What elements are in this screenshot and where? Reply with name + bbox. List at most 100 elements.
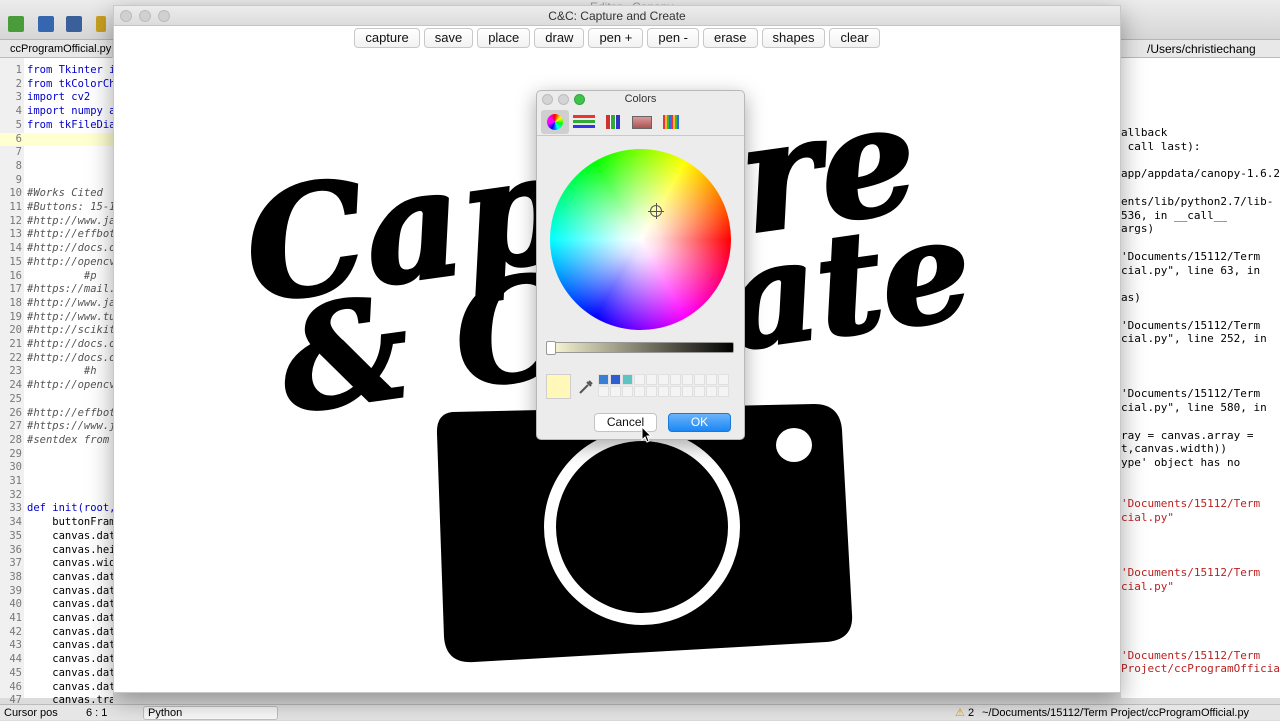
brightness-slider[interactable] [547, 342, 734, 353]
color-swatch[interactable] [706, 374, 717, 385]
code-line[interactable]: 41 canvas.dat [0, 612, 113, 626]
code-line[interactable]: 34 buttonFram [0, 516, 113, 530]
code-line[interactable]: 43 canvas.dat [0, 639, 113, 653]
color-swatch[interactable] [658, 374, 669, 385]
code-line[interactable]: 6 [0, 132, 113, 147]
code-line[interactable]: 18 #http://www.ja [0, 297, 113, 311]
code-line[interactable]: 36 canvas.hei [0, 544, 113, 558]
save-button[interactable]: save [423, 28, 474, 48]
draw-button[interactable]: draw [534, 28, 585, 48]
color-wheel-marker[interactable] [648, 203, 664, 219]
color-swatch[interactable] [682, 374, 693, 385]
cut-icon[interactable] [96, 16, 106, 32]
code-line[interactable]: 44 canvas.dat [0, 653, 113, 667]
color-wheel-mode-icon[interactable] [541, 110, 569, 134]
code-line[interactable]: 42 canvas.dat [0, 626, 113, 640]
code-line[interactable]: 39 canvas.dat [0, 585, 113, 599]
code-line[interactable]: 25 [0, 393, 113, 407]
code-line[interactable]: 17 #https://mail. [0, 283, 113, 297]
colors-close-button[interactable] [542, 94, 553, 105]
code-line[interactable]: 3 import cv2 [0, 91, 113, 105]
shapes-button[interactable]: shapes [761, 28, 826, 48]
language-select[interactable]: Python [143, 706, 278, 720]
code-line[interactable]: 33 def init(root, [0, 502, 113, 516]
code-line[interactable]: 1 from Tkinter i [0, 64, 113, 78]
code-line[interactable]: 21 #http://docs.o [0, 338, 113, 352]
color-swatch[interactable] [706, 386, 717, 397]
color-swatch[interactable] [718, 386, 729, 397]
colors-zoom-button[interactable] [574, 94, 585, 105]
code-line[interactable]: 29 [0, 448, 113, 462]
color-swatch[interactable] [670, 374, 681, 385]
zoom-window-button[interactable] [158, 10, 170, 22]
color-swatch[interactable] [634, 374, 645, 385]
color-swatch[interactable] [682, 386, 693, 397]
color-wheel[interactable] [550, 149, 731, 330]
code-line[interactable]: 35 canvas.dat [0, 530, 113, 544]
code-line[interactable]: 46 canvas.dat [0, 681, 113, 695]
code-line[interactable]: 23 #h [0, 365, 113, 379]
code-line[interactable]: 4 import numpy a [0, 105, 113, 119]
color-swatch[interactable] [646, 386, 657, 397]
brightness-slider-knob[interactable] [546, 341, 556, 355]
code-line[interactable]: 13 #http://effbot [0, 228, 113, 242]
color-sliders-mode-icon[interactable] [570, 110, 598, 134]
color-swatch[interactable] [670, 386, 681, 397]
image-palettes-mode-icon[interactable] [628, 110, 656, 134]
code-line[interactable]: 28 #sentdex from [0, 434, 113, 448]
code-line[interactable]: 12 #http://www.ja [0, 215, 113, 229]
color-swatch[interactable] [610, 386, 621, 397]
code-line[interactable]: 40 canvas.dat [0, 598, 113, 612]
code-line[interactable]: 31 [0, 475, 113, 489]
code-line[interactable]: 27 #https://www.j [0, 420, 113, 434]
new-file-icon[interactable] [8, 16, 24, 32]
color-swatch[interactable] [634, 386, 645, 397]
code-line[interactable]: 38 canvas.dat [0, 571, 113, 585]
clear-button[interactable]: clear [829, 28, 880, 48]
code-line[interactable]: 2 from tkColorCh [0, 78, 113, 92]
ok-button[interactable]: OK [668, 413, 731, 432]
color-swatch[interactable] [610, 374, 621, 385]
code-line[interactable]: 14 #http://docs.o [0, 242, 113, 256]
code-line[interactable]: 9 [0, 174, 113, 188]
colors-minimize-button[interactable] [558, 94, 569, 105]
color-swatch[interactable] [598, 386, 609, 397]
color-swatch[interactable] [598, 374, 609, 385]
pen-plus-button[interactable]: pen + [588, 28, 644, 48]
erase-button[interactable]: erase [703, 28, 758, 48]
code-line[interactable]: 8 [0, 160, 113, 174]
code-line[interactable]: 19 #http://www.tu [0, 311, 113, 325]
code-editor[interactable]: 1 from Tkinter i 2 from tkColorCh 3 import cv… [0, 58, 113, 706]
colors-dialog-titlebar[interactable]: Colors [537, 91, 744, 108]
minimize-window-button[interactable] [139, 10, 151, 22]
code-line[interactable]: 22 #http://docs.o [0, 352, 113, 366]
color-palettes-mode-icon[interactable] [599, 110, 627, 134]
color-swatch[interactable] [646, 374, 657, 385]
color-swatch[interactable] [658, 386, 669, 397]
crayons-mode-icon[interactable] [657, 110, 685, 134]
code-line[interactable]: 37 canvas.wid [0, 557, 113, 571]
code-line[interactable]: 15 #http://opencv [0, 256, 113, 270]
eyedropper-icon[interactable] [577, 378, 595, 396]
color-swatch[interactable] [622, 374, 633, 385]
code-line[interactable]: 30 [0, 461, 113, 475]
code-line[interactable]: 10 #Works Cited [0, 187, 113, 201]
save-icon[interactable] [38, 16, 54, 32]
code-line[interactable]: 26 #http://effbot [0, 407, 113, 421]
window-titlebar[interactable]: C&C: Capture and Create [114, 6, 1120, 26]
pen-minus-button[interactable]: pen - [647, 28, 699, 48]
code-line[interactable]: 7 [0, 146, 113, 160]
code-line[interactable]: 11 #Buttons: 15-1 [0, 201, 113, 215]
color-swatch[interactable] [694, 374, 705, 385]
code-line[interactable]: 20 #http://scikit [0, 324, 113, 338]
current-color-swatch[interactable] [546, 374, 571, 399]
code-line[interactable]: 5 from tkFileDia [0, 119, 113, 133]
place-button[interactable]: place [477, 28, 531, 48]
capture-button[interactable]: capture [354, 28, 420, 48]
code-line[interactable]: 16 #p [0, 270, 113, 284]
save-as-icon[interactable] [66, 16, 82, 32]
color-swatch[interactable] [718, 374, 729, 385]
color-swatch[interactable] [622, 386, 633, 397]
color-swatch[interactable] [694, 386, 705, 397]
warning-icon[interactable]: ⚠ [955, 705, 965, 721]
